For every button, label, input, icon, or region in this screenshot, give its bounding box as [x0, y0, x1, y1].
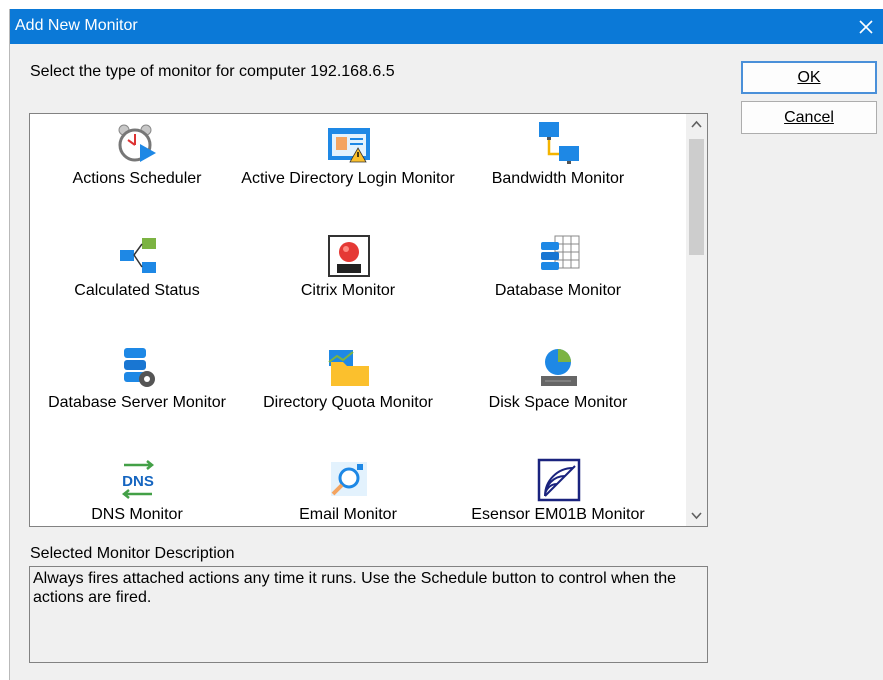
monitor-label: Bandwidth Monitor	[491, 170, 625, 187]
svg-text:DNS: DNS	[122, 473, 154, 490]
monitor-label: Citrix Monitor	[300, 282, 396, 299]
monitor-type-list[interactable]: Actions Scheduler Active Directory Login…	[29, 113, 708, 527]
monitor-label: Database Monitor	[494, 282, 622, 299]
monitor-label: Calculated Status	[74, 282, 200, 299]
cancel-button-label: Cancel	[784, 109, 834, 126]
monitor-item[interactable]: Actions Scheduler	[30, 118, 244, 218]
monitor-label: Email Monitor	[299, 506, 397, 523]
monitor-item[interactable]: Citrix Monitor	[241, 230, 455, 330]
disk-pie-icon	[541, 349, 577, 386]
description-box: Always fires attached actions any time i…	[29, 566, 708, 663]
monitor-item[interactable]: Directory Quota Monitor	[241, 342, 455, 442]
monitor-item[interactable]: Bandwidth Monitor	[451, 118, 665, 218]
monitor-label: Active Directory Login Monitor	[241, 170, 455, 187]
monitor-label: Disk Space Monitor	[488, 394, 628, 411]
monitor-label: Directory Quota Monitor	[263, 394, 433, 411]
vertical-scrollbar[interactable]	[686, 114, 707, 526]
monitor-item[interactable]: Esensor EM01B Monitor	[451, 454, 665, 526]
cancel-button[interactable]: Cancel	[741, 101, 877, 134]
window-title: Add New Monitor	[15, 17, 138, 34]
scroll-up-icon[interactable]	[686, 114, 707, 135]
sensor-signal-icon	[537, 458, 581, 502]
network-computers-icon	[539, 122, 579, 164]
database-gear-icon	[124, 348, 155, 387]
monitor-label: Actions Scheduler	[72, 170, 202, 187]
monitor-item[interactable]: Active Directory Login Monitor	[241, 118, 455, 218]
alarm-clock-icon	[118, 124, 156, 162]
monitor-item[interactable]: Email Monitor	[241, 454, 455, 526]
close-icon[interactable]	[854, 15, 878, 39]
magnifier-icon	[331, 462, 367, 496]
scrollbar-thumb[interactable]	[689, 139, 704, 255]
monitor-item[interactable]: Database Monitor	[451, 230, 665, 330]
monitor-item[interactable]: Disk Space Monitor	[451, 342, 665, 442]
branch-diagram-icon	[120, 238, 156, 273]
id-card-warning-icon	[328, 128, 370, 163]
scroll-down-icon[interactable]	[686, 505, 707, 526]
ok-button[interactable]: OK	[741, 61, 877, 94]
add-monitor-dialog: Add New Monitor Select the type of monit…	[9, 9, 883, 680]
prompt-text: Select the type of monitor for computer …	[30, 63, 395, 80]
monitor-label: DNS Monitor	[91, 506, 183, 523]
monitor-label: Database Server Monitor	[48, 394, 226, 411]
dns-arrows-icon: DNS	[121, 460, 155, 499]
title-bar[interactable]: Add New Monitor	[10, 9, 883, 44]
monitor-label: Esensor EM01B Monitor	[471, 506, 645, 523]
red-ball-icon	[328, 235, 370, 277]
ok-button-label: OK	[797, 69, 821, 86]
monitor-item[interactable]: Calculated Status	[30, 230, 244, 330]
description-label: Selected Monitor Description	[30, 545, 235, 562]
monitor-item[interactable]: Database Server Monitor	[30, 342, 244, 442]
folder-chart-icon	[328, 350, 369, 386]
monitor-item[interactable]: DNS DNS Monitor	[30, 454, 244, 526]
database-grid-icon	[541, 235, 580, 270]
